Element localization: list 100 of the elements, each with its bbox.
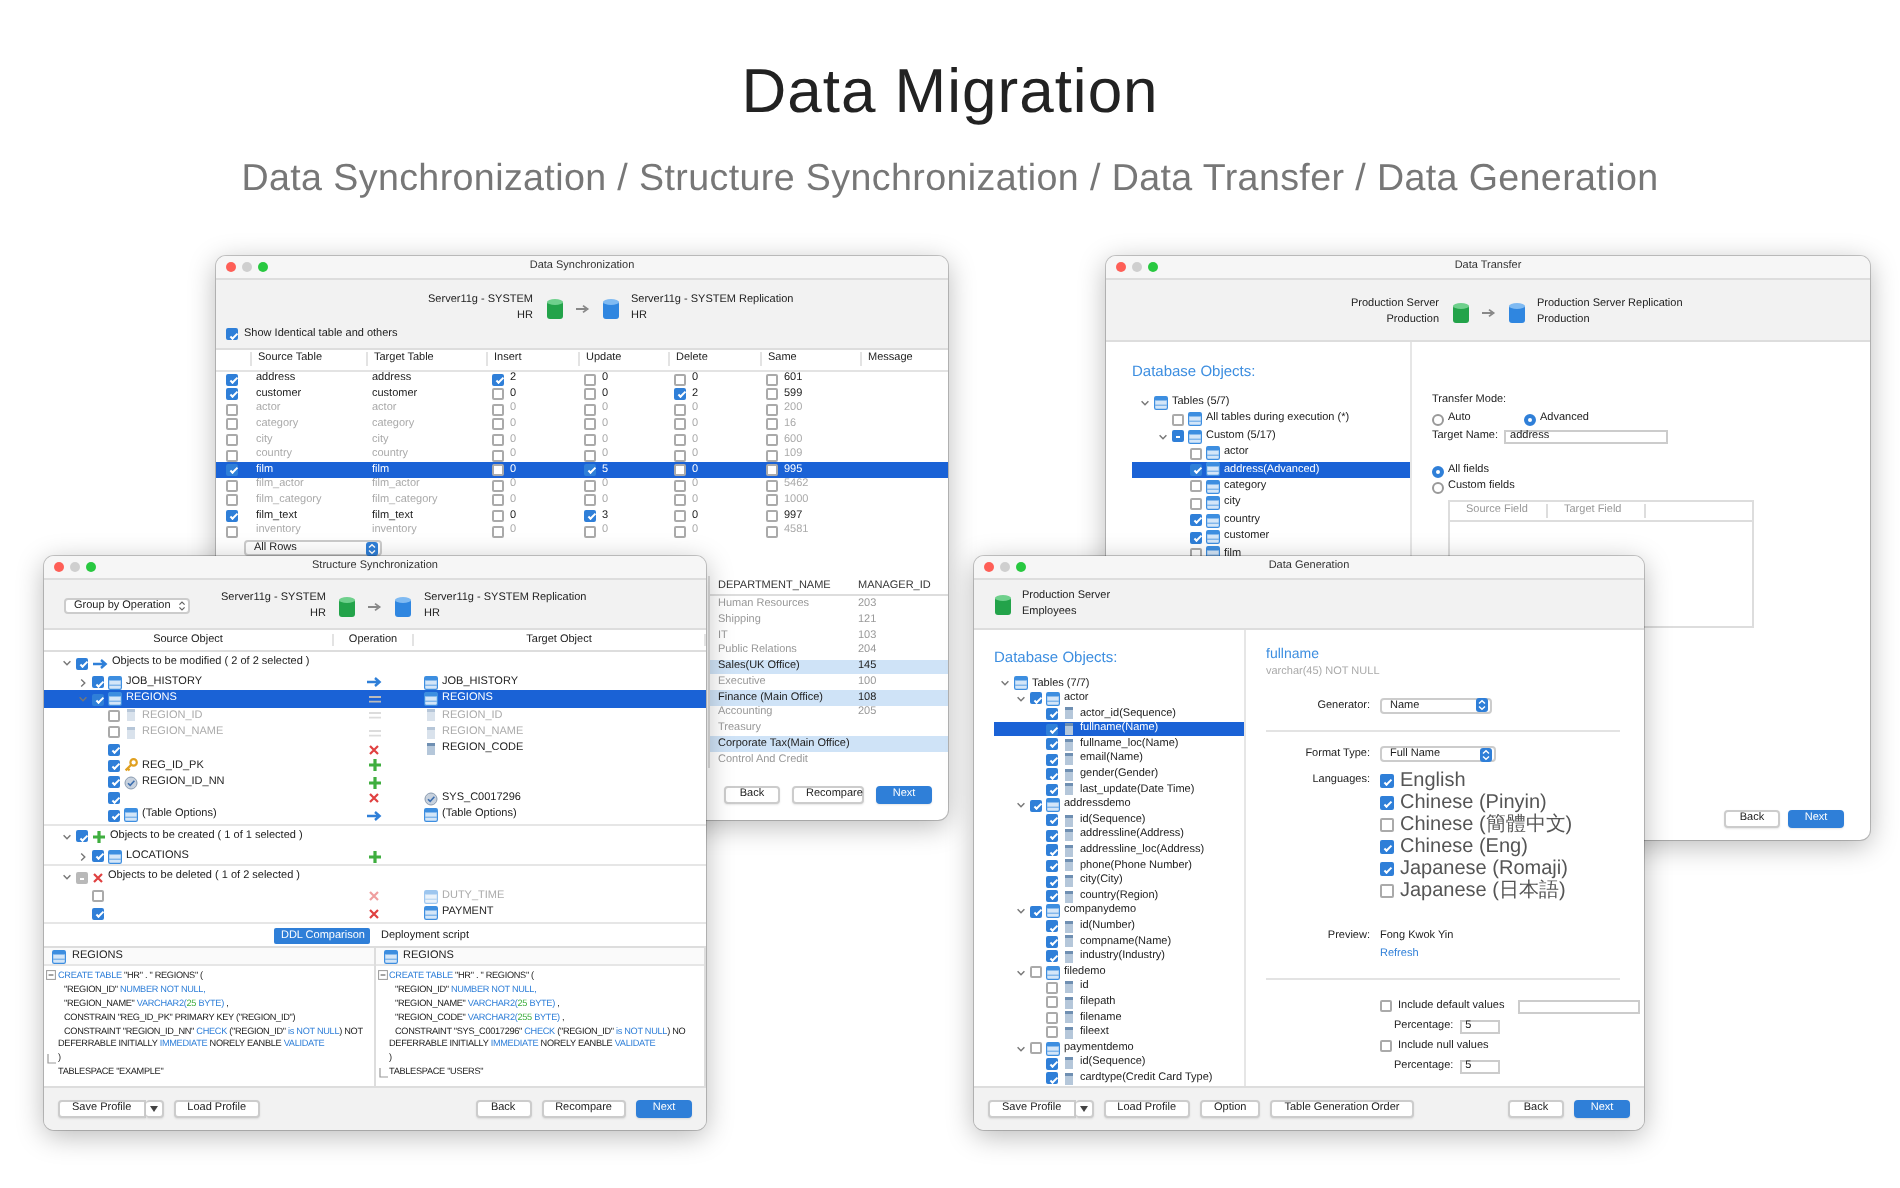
checkbox[interactable]	[674, 479, 686, 492]
checkbox[interactable]	[1046, 859, 1058, 872]
checkbox[interactable]	[674, 373, 686, 386]
checkbox[interactable]	[92, 693, 104, 706]
checkbox[interactable]	[108, 809, 120, 822]
checkbox[interactable]	[674, 449, 686, 462]
checkbox[interactable]	[1380, 862, 1394, 877]
checkbox[interactable]	[226, 328, 238, 341]
checkbox[interactable]	[226, 509, 238, 522]
checkbox[interactable]	[1380, 818, 1394, 833]
radio-button[interactable]	[1432, 481, 1444, 494]
checkbox[interactable]	[584, 464, 596, 477]
checkbox[interactable]	[226, 525, 238, 538]
checkbox[interactable]	[492, 479, 504, 492]
checkbox[interactable]	[76, 657, 88, 670]
minimize-button[interactable]	[1000, 562, 1010, 572]
checkbox[interactable]	[92, 850, 104, 862]
checkbox[interactable]	[1046, 981, 1058, 994]
checkbox[interactable]	[1380, 884, 1394, 899]
checkbox[interactable]	[226, 418, 238, 431]
chevron-icon[interactable]	[1016, 906, 1026, 917]
chevron-icon[interactable]	[62, 831, 72, 842]
checkbox[interactable]	[492, 373, 504, 386]
checkbox[interactable]	[584, 494, 596, 507]
checkbox[interactable]	[108, 792, 120, 805]
checkbox[interactable]	[108, 759, 120, 772]
close-button[interactable]	[54, 562, 64, 572]
checkbox[interactable]	[1172, 413, 1184, 426]
chevron-icon[interactable]	[1000, 678, 1010, 689]
checkbox[interactable]	[674, 433, 686, 446]
checkbox[interactable]	[674, 525, 686, 538]
zoom-button[interactable]	[1148, 262, 1158, 272]
checkbox[interactable]	[766, 479, 778, 492]
checkbox[interactable]	[1380, 840, 1394, 855]
checkbox[interactable]	[1046, 1011, 1058, 1024]
checkbox[interactable]	[584, 403, 596, 416]
checkbox[interactable]	[108, 726, 120, 739]
checkbox[interactable]	[1046, 738, 1058, 751]
checkbox[interactable]	[226, 403, 238, 416]
checkbox[interactable]	[1030, 966, 1042, 979]
checkbox[interactable]	[108, 743, 120, 756]
checkbox[interactable]	[492, 403, 504, 416]
minimize-button[interactable]	[1132, 262, 1142, 272]
checkbox[interactable]	[1046, 950, 1058, 963]
checkbox[interactable]	[674, 464, 686, 477]
radio-button[interactable]	[1432, 413, 1444, 426]
checkbox[interactable]	[674, 494, 686, 507]
checkbox[interactable]	[584, 509, 596, 522]
checkbox[interactable]	[1046, 875, 1058, 888]
checkbox[interactable]	[1190, 497, 1202, 510]
checkbox[interactable]	[584, 479, 596, 492]
checkbox[interactable]	[1046, 844, 1058, 857]
checkbox[interactable]	[1380, 1000, 1392, 1013]
checkbox[interactable]	[1046, 935, 1058, 948]
chevron-icon[interactable]	[1016, 1043, 1026, 1054]
checkbox[interactable]	[1190, 463, 1202, 476]
close-button[interactable]	[984, 562, 994, 572]
checkbox[interactable]	[492, 418, 504, 431]
checkbox[interactable]	[108, 709, 120, 722]
checkbox[interactable]	[766, 403, 778, 416]
chevron-icon[interactable]	[78, 851, 88, 861]
checkbox[interactable]	[584, 525, 596, 538]
zoom-button[interactable]	[1016, 562, 1026, 572]
checkbox[interactable]	[1046, 783, 1058, 796]
checkbox[interactable]	[1190, 447, 1202, 460]
checkbox[interactable]	[92, 907, 104, 920]
checkbox[interactable]	[584, 449, 596, 462]
checkbox[interactable]	[92, 676, 104, 689]
checkbox[interactable]	[584, 388, 596, 401]
checkbox[interactable]	[1046, 996, 1058, 1009]
minimize-button[interactable]	[242, 262, 252, 272]
checkbox[interactable]	[1046, 723, 1058, 736]
checkbox[interactable]	[674, 403, 686, 416]
checkbox[interactable]	[226, 433, 238, 446]
checkbox[interactable]	[108, 776, 120, 789]
checkbox[interactable]	[1030, 692, 1042, 705]
checkbox[interactable]	[584, 418, 596, 431]
checkbox[interactable]	[1172, 430, 1184, 443]
chevron-icon[interactable]	[1140, 397, 1150, 408]
checkbox[interactable]	[1030, 1042, 1042, 1055]
checkbox[interactable]	[584, 373, 596, 386]
checkbox[interactable]	[1380, 796, 1394, 811]
checkbox[interactable]	[674, 388, 686, 401]
checkbox[interactable]	[1046, 753, 1058, 766]
checkbox[interactable]	[674, 418, 686, 431]
chevron-icon[interactable]	[1016, 967, 1026, 978]
zoom-button[interactable]	[258, 262, 268, 272]
checkbox[interactable]	[1380, 1040, 1392, 1053]
checkbox[interactable]	[1046, 707, 1058, 720]
checkbox[interactable]	[492, 509, 504, 522]
checkbox[interactable]	[766, 494, 778, 507]
chevron-icon[interactable]	[78, 677, 88, 688]
radio-button[interactable]	[1524, 413, 1536, 426]
checkbox[interactable]	[766, 464, 778, 477]
radio-button[interactable]	[1432, 465, 1444, 478]
minimize-button[interactable]	[70, 562, 80, 572]
checkbox[interactable]	[1046, 1057, 1058, 1070]
chevron-icon[interactable]	[1016, 800, 1026, 811]
zoom-button[interactable]	[86, 562, 96, 572]
checkbox[interactable]	[766, 509, 778, 522]
